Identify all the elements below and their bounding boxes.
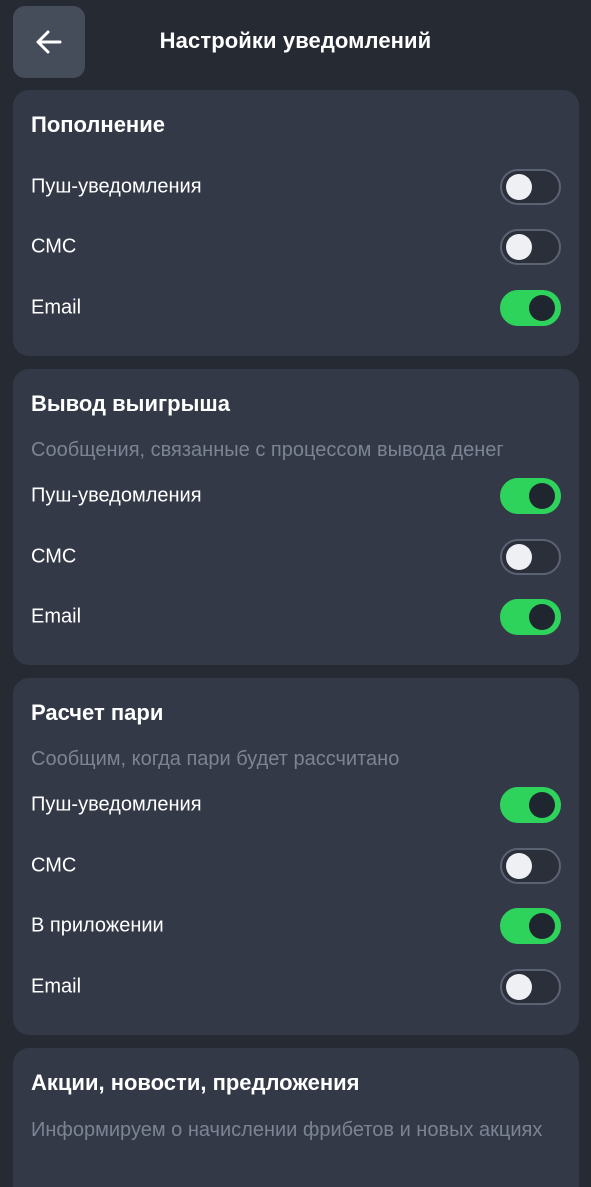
setting-label: Email [31, 975, 82, 998]
toggle-switch[interactable] [500, 599, 561, 635]
toggle-switch[interactable] [500, 787, 561, 823]
toggle-knob [506, 974, 532, 1000]
toggle-knob [506, 853, 532, 879]
toggle-switch[interactable] [500, 539, 561, 575]
page-title: Настройки уведомлений [159, 28, 432, 53]
setting-row-sms: СМС [13, 531, 579, 583]
section-description: Сообщения, связанные с процессом вывода … [31, 439, 504, 461]
setting-row-sms: СМС [13, 221, 579, 273]
setting-row-push: Пуш-уведомления [13, 161, 579, 213]
toggle-knob [506, 544, 532, 570]
section-title: Пополнение [31, 112, 165, 137]
toggle-knob [506, 234, 532, 260]
setting-label: СМС [31, 854, 77, 877]
setting-label: Email [31, 296, 82, 319]
toggle-switch[interactable] [500, 229, 561, 265]
header: Настройки уведомлений [0, 0, 591, 86]
toggle-knob [506, 174, 532, 200]
setting-row-in-app: В приложении [13, 900, 579, 952]
section-withdrawal: Вывод выигрыша Сообщения, связанные с пр… [13, 369, 579, 665]
setting-row-push: Пуш-уведомления [13, 470, 579, 522]
setting-row-email: Email [13, 282, 579, 334]
setting-label: Пуш-уведомления [31, 793, 202, 816]
section-bet-settlement: Расчет пари Сообщим, когда пари будет ра… [13, 678, 579, 1035]
toggle-knob [529, 295, 555, 321]
toggle-switch[interactable] [500, 969, 561, 1005]
toggle-knob [529, 483, 555, 509]
toggle-switch[interactable] [500, 848, 561, 884]
toggle-switch[interactable] [500, 169, 561, 205]
toggle-knob [529, 792, 555, 818]
toggle-switch[interactable] [500, 908, 561, 944]
section-description: Информируем о начислении фрибетов и новы… [31, 1119, 543, 1141]
setting-label: Email [31, 605, 82, 628]
setting-row-email: Email [13, 961, 579, 1013]
section-title: Вывод выигрыша [31, 391, 230, 416]
setting-label: Пуш-уведомления [31, 484, 202, 507]
toggle-knob [529, 604, 555, 630]
toggle-switch[interactable] [500, 478, 561, 514]
toggle-knob [529, 913, 555, 939]
section-promotions: Акции, новости, предложения Информируем … [13, 1048, 579, 1187]
setting-label: В приложении [31, 914, 164, 937]
toggle-switch[interactable] [500, 290, 561, 326]
section-description: Сообщим, когда пари будет рассчитано [31, 748, 400, 770]
setting-row-push: Пуш-уведомления [13, 779, 579, 831]
section-deposit: Пополнение Пуш-уведомления СМС Email [13, 90, 579, 356]
setting-label: СМС [31, 545, 77, 568]
section-title: Акции, новости, предложения [31, 1070, 360, 1095]
setting-row-email: Email [13, 591, 579, 643]
setting-label: Пуш-уведомления [31, 175, 202, 198]
section-title: Расчет пари [31, 700, 164, 725]
setting-label: СМС [31, 235, 77, 258]
setting-row-sms: СМС [13, 840, 579, 892]
notification-settings-screen: Настройки уведомлений Пополнение Пуш-уве… [0, 0, 591, 1187]
